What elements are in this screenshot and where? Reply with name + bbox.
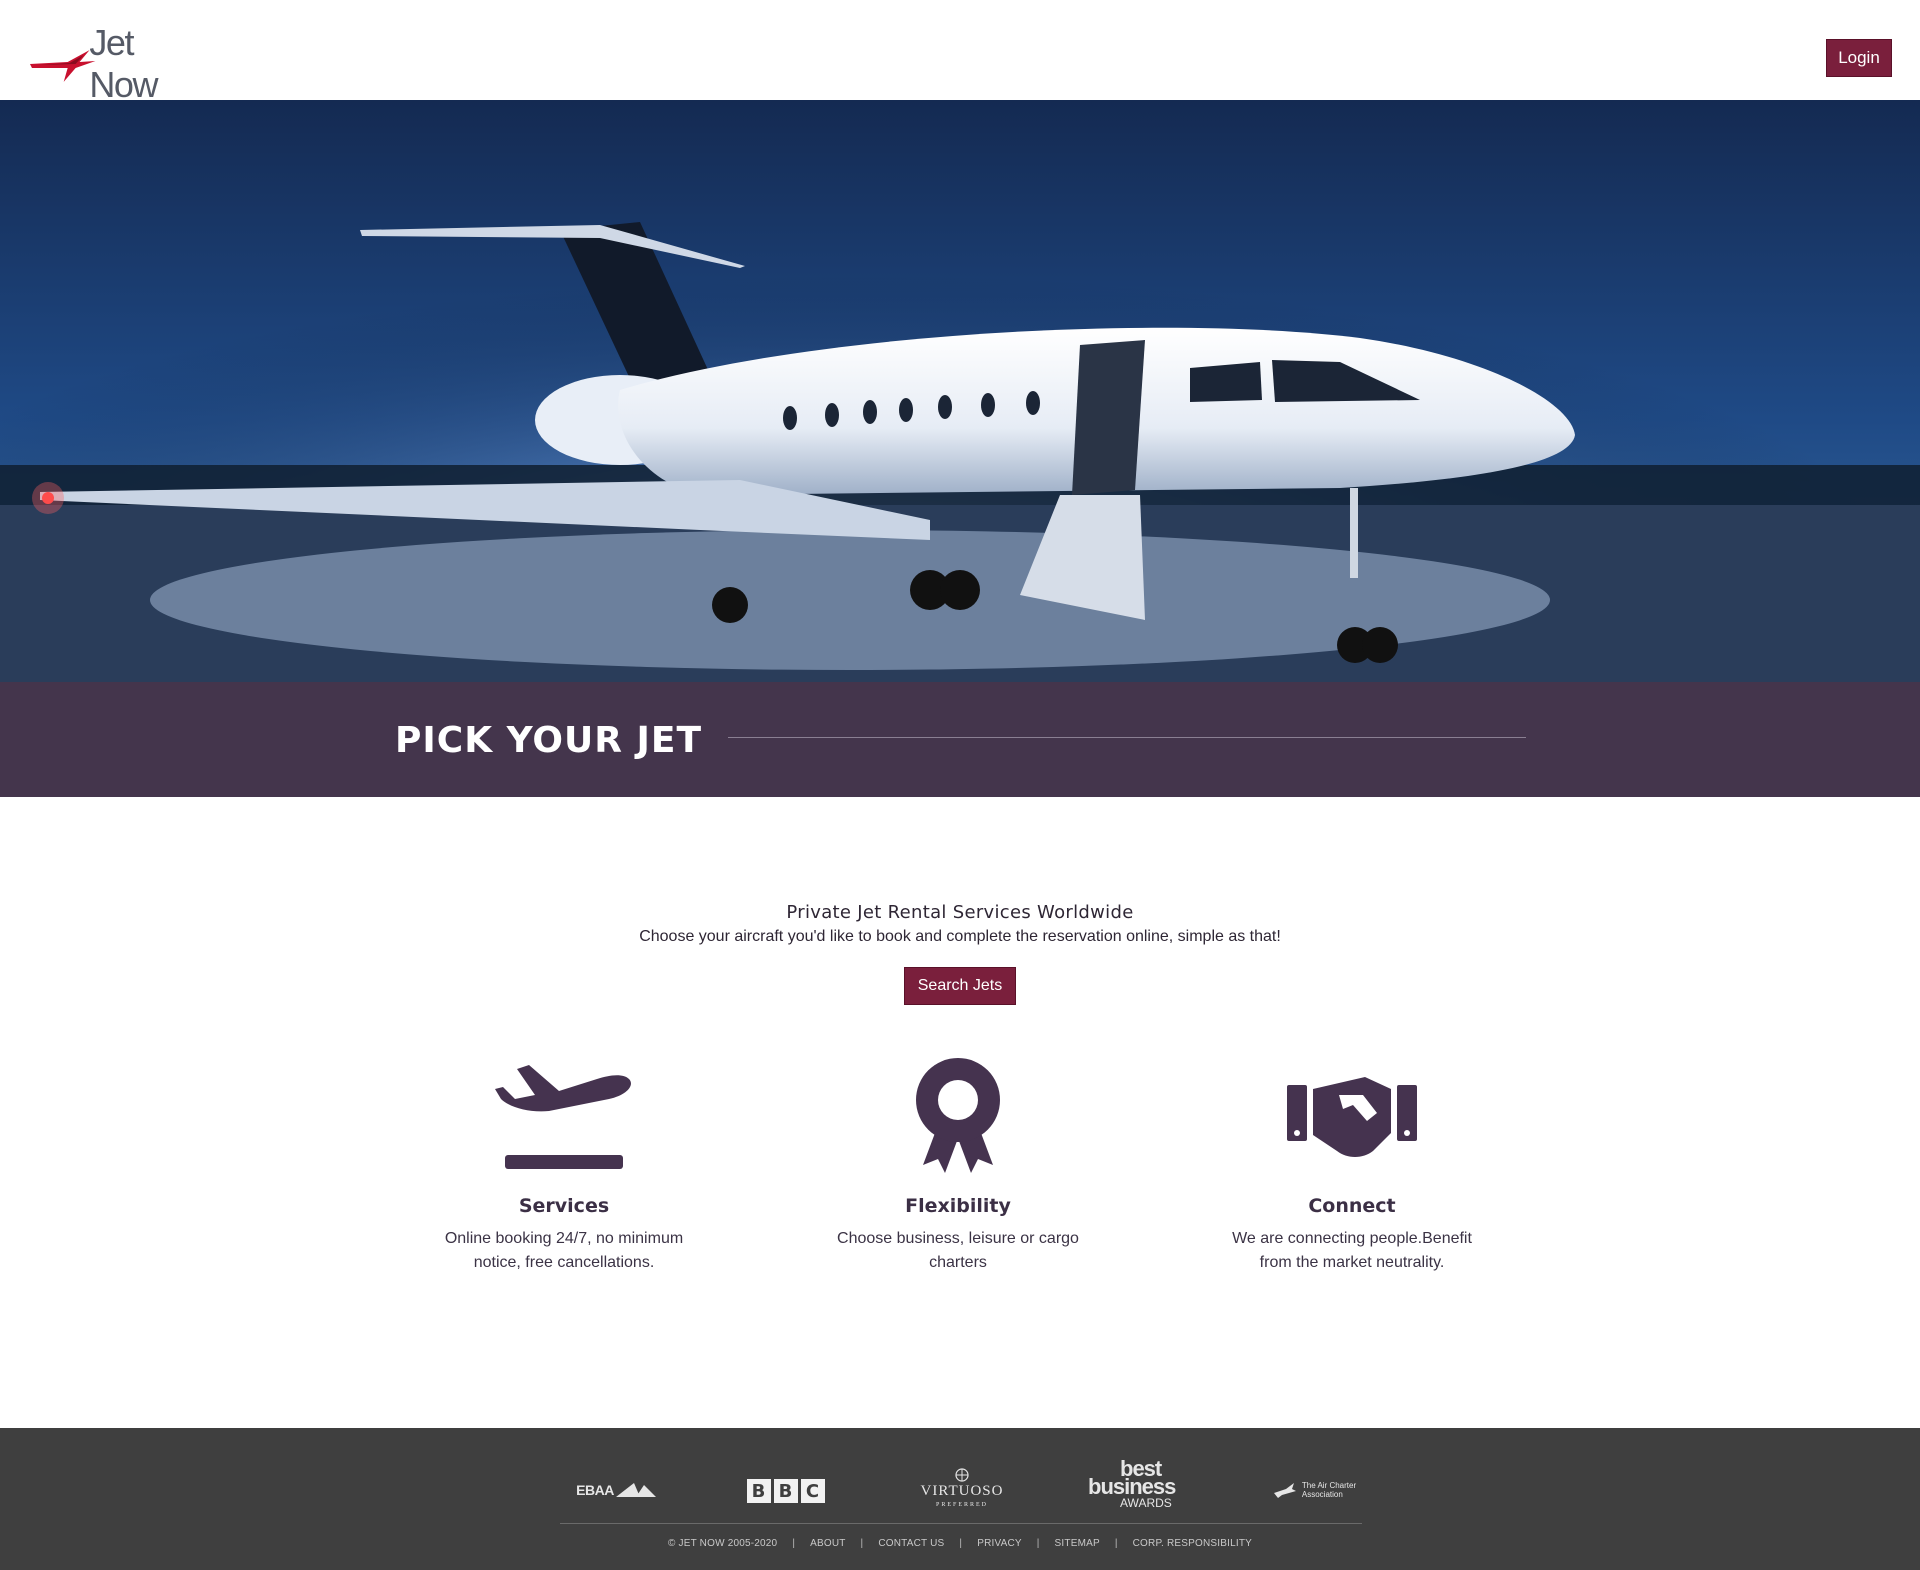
- business-text: business: [1088, 1474, 1176, 1499]
- site-logo[interactable]: Jet Now: [28, 22, 208, 105]
- airplane-departure-icon: [495, 1065, 631, 1169]
- link-separator: |: [1036, 1538, 1040, 1549]
- virtuoso-text: VIRTUOSO: [920, 1482, 1004, 1499]
- logo-text: Jet Now: [89, 22, 158, 105]
- awards-text: AWARDS: [1120, 1496, 1172, 1510]
- virtuoso-subtext: PREFERRED: [935, 1501, 988, 1508]
- bbc-letter: B: [746, 1479, 771, 1503]
- link-separator: |: [792, 1538, 796, 1549]
- link-separator: |: [1114, 1538, 1118, 1549]
- bbc-letter: C: [800, 1479, 825, 1503]
- search-jets-button[interactable]: Search Jets: [904, 967, 1016, 1005]
- feature-services: Services Online booking 24/7, no minimum…: [414, 1055, 714, 1275]
- footer-link-about[interactable]: ABOUT: [810, 1538, 845, 1549]
- private-jet-photo: [0, 100, 1920, 682]
- feature-desc: We are connecting people.Benefit from th…: [1232, 1230, 1472, 1271]
- ebaa-text: EBAA: [576, 1482, 614, 1498]
- feature-connect: Connect We are connecting people.Benefit…: [1202, 1055, 1502, 1275]
- aca-plane-icon: [1273, 1483, 1296, 1498]
- hero-image: [0, 100, 1920, 682]
- footer-link-contact[interactable]: CONTACT US: [878, 1538, 944, 1549]
- globe-icon: [955, 1467, 969, 1482]
- handshake-icon: [1287, 1077, 1417, 1157]
- ebaa-logo[interactable]: EBAA: [572, 1478, 662, 1502]
- footer-link-corp-responsibility[interactable]: CORP. RESPONSIBILITY: [1133, 1538, 1252, 1549]
- bbc-logo[interactable]: B B C: [745, 1478, 829, 1504]
- feature-flexibility: Flexibility Choose business, leisure or …: [808, 1055, 1108, 1275]
- air-charter-association-logo[interactable]: The Air Charter Association: [1266, 1478, 1362, 1502]
- band-divider: [728, 737, 1526, 738]
- feature-title: Flexibility: [905, 1195, 1011, 1217]
- award-ribbon-icon: [916, 1058, 1000, 1173]
- link-separator: |: [959, 1538, 963, 1549]
- footer-divider: [560, 1523, 1362, 1524]
- band-title: PICK YOUR JET: [395, 720, 703, 761]
- footer-links: © JET NOW 2005-2020 | ABOUT | CONTACT US…: [0, 1538, 1920, 1549]
- partner-logos: EBAA B B C VIRTUOSO PREFERRED best busin…: [560, 1458, 1362, 1514]
- ebaa-mark-icon: [615, 1483, 656, 1497]
- best-business-awards-logo[interactable]: best business AWARDS: [1088, 1458, 1188, 1511]
- intro-title: Private Jet Rental Services Worldwide: [786, 902, 1134, 923]
- footer-link-sitemap[interactable]: SITEMAP: [1055, 1538, 1100, 1549]
- copyright-text: © JET NOW 2005-2020: [667, 1538, 778, 1549]
- link-separator: |: [860, 1538, 864, 1549]
- intro-subtitle: Choose your aircraft you'd like to book …: [639, 928, 1281, 945]
- site-header: Jet Now Login: [0, 0, 1920, 105]
- aca-text-line1: The Air Charter: [1301, 1481, 1357, 1490]
- feature-title: Connect: [1308, 1195, 1396, 1217]
- feature-desc: Online booking 24/7, no minimum notice, …: [444, 1230, 684, 1271]
- jet-logo-icon: [29, 50, 96, 82]
- site-footer: EBAA B B C VIRTUOSO PREFERRED best busin…: [0, 1428, 1920, 1570]
- virtuoso-logo[interactable]: VIRTUOSO PREFERRED: [912, 1460, 1012, 1514]
- aca-text-line2: Association: [1301, 1490, 1343, 1499]
- feature-title: Services: [518, 1195, 610, 1217]
- feature-desc: Choose business, leisure or cargo charte…: [837, 1230, 1079, 1271]
- pick-your-jet-band: PICK YOUR JET: [0, 682, 1920, 797]
- bbc-letter: B: [773, 1479, 798, 1503]
- login-button[interactable]: Login: [1826, 39, 1892, 77]
- footer-link-privacy[interactable]: PRIVACY: [977, 1538, 1022, 1549]
